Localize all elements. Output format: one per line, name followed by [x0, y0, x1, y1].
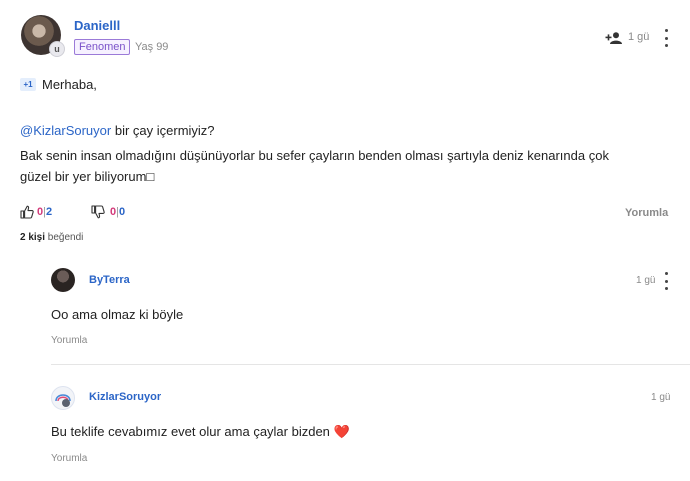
reply-time: 1 gü — [636, 275, 656, 286]
heart-icon: ❤️ — [333, 424, 350, 439]
post-greeting: Merhaba, — [42, 77, 97, 92]
like-icon[interactable] — [20, 205, 34, 224]
author-age: Yaş 99 — [135, 41, 169, 53]
like-count: 0|2 — [37, 206, 53, 218]
more-options-icon[interactable] — [660, 29, 672, 47]
reply-time: 1 gü — [651, 392, 671, 403]
reply-text: Oo ama olmaz ki böyle — [51, 307, 184, 322]
reply-author[interactable]: KizlarSoruyor — [89, 391, 161, 403]
reply-button[interactable]: Yorumla — [51, 453, 87, 464]
reply-text: Bu teklife cevabımız evet olur ama çayla… — [51, 424, 350, 439]
mention-rest: bir çay içermiyiz? — [111, 123, 215, 138]
reply-avatar[interactable] — [51, 268, 75, 292]
reply-divider — [51, 364, 690, 365]
mention-link[interactable]: @KizlarSoruyor — [20, 123, 111, 138]
author-badge: Fenomen — [74, 39, 131, 55]
more-options-icon[interactable] — [660, 272, 672, 290]
post-body-line: Bak senin insan olmadığını düşünüyorlar … — [20, 148, 609, 163]
liked-by-text[interactable]: 2 kişi beğendi — [20, 232, 83, 243]
author-name[interactable]: Danielll — [74, 18, 120, 33]
reply-button[interactable]: Yorumla — [51, 335, 87, 346]
reply-author[interactable]: ByTerra — [89, 274, 130, 286]
follow-user-icon[interactable] — [605, 31, 625, 49]
dislike-icon[interactable] — [91, 205, 105, 224]
post-body-line: güzel bir yer biliyorum□ — [20, 169, 155, 184]
post-time: 1 gü — [628, 31, 650, 43]
kizlarsoruyor-logo-icon[interactable] — [51, 386, 75, 410]
post-mention-line: @KizlarSoruyor bir çay içermiyiz? — [20, 123, 215, 138]
dislike-count: 0|0 — [110, 206, 126, 218]
reply-button[interactable]: Yorumla — [625, 207, 668, 219]
plus-one-badge: +1 — [20, 78, 36, 91]
avatar-badge: u — [49, 41, 65, 57]
